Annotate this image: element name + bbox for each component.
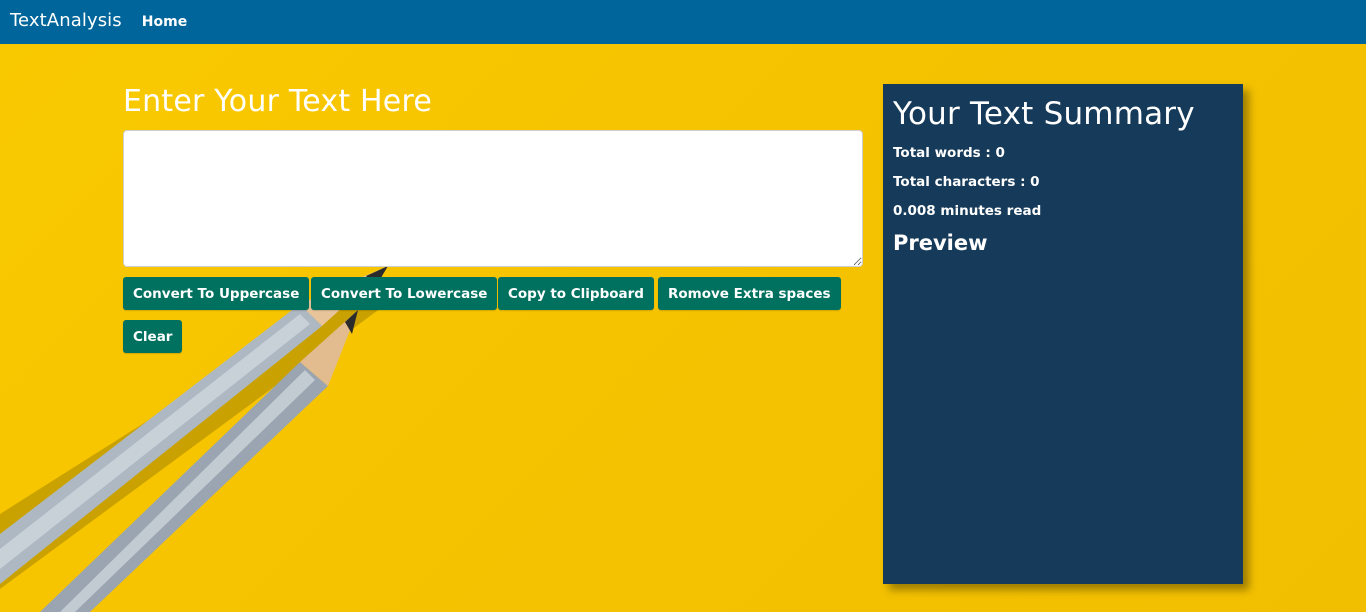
copy-clipboard-button[interactable]: Copy to Clipboard: [498, 277, 654, 310]
summary-title: Your Text Summary: [893, 96, 1195, 132]
total-words: Total words : 0: [893, 145, 1005, 161]
navbar: TextAnalysis Home: [0, 0, 1366, 44]
convert-uppercase-button[interactable]: Convert To Uppercase: [123, 277, 310, 310]
text-input[interactable]: [123, 130, 863, 267]
remove-extra-spaces-button[interactable]: Romove Extra spaces: [658, 277, 841, 310]
read-time: 0.008 minutes read: [893, 203, 1042, 219]
brand-logo[interactable]: TextAnalysis: [10, 10, 122, 31]
clear-button[interactable]: Clear: [123, 320, 183, 353]
preview-title: Preview: [893, 231, 988, 255]
total-characters: Total characters : 0: [893, 174, 1040, 190]
nav-home-link[interactable]: Home: [142, 14, 187, 30]
summary-panel: Your Text Summary Total words : 0 Total …: [883, 84, 1243, 584]
editor-title: Enter Your Text Here: [123, 84, 432, 119]
convert-lowercase-button[interactable]: Convert To Lowercase: [311, 277, 498, 310]
